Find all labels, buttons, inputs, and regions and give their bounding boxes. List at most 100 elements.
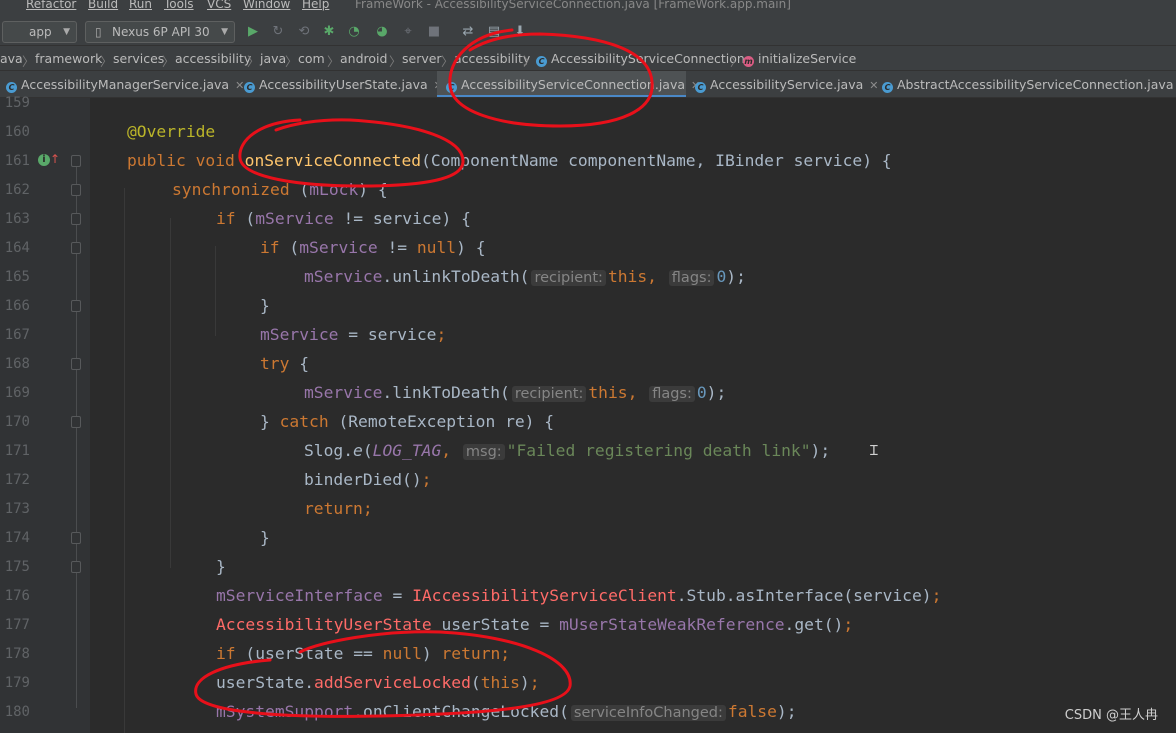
text-cursor-icon: Ɪ	[870, 443, 878, 459]
sdk-manager-icon[interactable]: ⬇	[512, 24, 528, 40]
parameter-hint: recipient:	[511, 386, 587, 402]
line-number: 171	[4, 443, 30, 459]
code-line-160: @Override	[127, 122, 216, 141]
profile-icon[interactable]: ◕	[374, 24, 390, 40]
code-line-174: }	[260, 528, 270, 547]
code-line-165: mService.unlinkToDeath(recipient: this, f…	[304, 267, 746, 286]
menu-window[interactable]: Window	[243, 0, 290, 11]
breadcrumb-item[interactable]: ava	[0, 51, 23, 66]
line-number: 163	[4, 211, 30, 227]
tab-accessibility-service[interactable]: C AccessibilityService.java ✕	[689, 71, 879, 97]
menu-run[interactable]: Run	[129, 0, 152, 11]
window-title: FrameWork - AccessibilityServiceConnecti…	[355, 0, 791, 11]
breadcrumb-item[interactable]: com	[298, 51, 325, 66]
fold-toggle[interactable]	[71, 184, 81, 196]
parameter-hint: flags:	[668, 270, 715, 286]
code-line-171: Slog.e(LOG_TAG, msg: "Failed registering …	[304, 441, 831, 460]
fold-toggle[interactable]	[71, 155, 81, 167]
tab-accessibility-user-state[interactable]: CAccessibilityUserState.java✕	[238, 71, 443, 97]
code-line-178: if (userState == null) return;	[216, 644, 511, 663]
line-number: 164	[4, 240, 30, 256]
tab-accessibility-service-connection[interactable]: CAccessibilityServiceConnection.java✕	[437, 71, 700, 97]
code-line-179: userState.addServiceLocked(this);	[216, 673, 540, 692]
breadcrumb-item[interactable]: android	[340, 51, 387, 66]
fold-toggle[interactable]	[71, 213, 81, 225]
fold-toggle[interactable]	[71, 300, 81, 312]
code-line-176: mServiceInterface = IAccessibilityServic…	[216, 586, 942, 605]
method-icon: m	[743, 56, 754, 67]
chevron-right-icon: 〉	[22, 54, 35, 69]
line-number: 159	[4, 95, 30, 111]
code-line-169: mService.linkToDeath(recipient: this, fla…	[304, 383, 727, 402]
breadcrumb-class[interactable]: C AccessibilityServiceConnection	[536, 51, 745, 67]
class-icon: C	[695, 82, 706, 93]
menu-tools[interactable]: Tools	[164, 0, 194, 11]
line-number: 166	[4, 298, 30, 314]
sync-gradle-icon[interactable]: ⇄	[460, 24, 476, 40]
line-number: 173	[4, 501, 30, 517]
code-line-173: return;	[304, 499, 373, 518]
chevron-down-icon: ▼	[63, 27, 70, 37]
avd-manager-icon[interactable]: ▤	[486, 24, 502, 40]
apply-changes-icon[interactable]: ⟲	[296, 24, 312, 40]
breadcrumb-item[interactable]: framework	[35, 51, 102, 66]
fold-toggle[interactable]	[71, 561, 81, 573]
line-number: 176	[4, 588, 30, 604]
override-marker-icon[interactable]: i	[38, 154, 50, 166]
line-number: 174	[4, 530, 30, 546]
run-icon[interactable]: ▶	[245, 24, 261, 40]
arrow-up-icon[interactable]: ↑	[50, 152, 60, 166]
line-number: 160	[4, 124, 30, 140]
rerun-icon[interactable]: ↻	[270, 24, 286, 40]
breadcrumb-item[interactable]: services	[113, 51, 164, 66]
stop-icon[interactable]: ■	[426, 24, 442, 40]
tab-abstract-accessibility-service-connection[interactable]: C AbstractAccessibilityServiceConnection.…	[876, 71, 1176, 97]
editor-tabs: C AccessibilityManagerService.java ✕ C Acce…	[0, 71, 1176, 98]
fold-toggle[interactable]	[71, 242, 81, 254]
line-number: 167	[4, 327, 30, 343]
fold-toggle[interactable]	[71, 358, 81, 370]
chevron-right-icon: 〉	[730, 54, 743, 69]
menu-build[interactable]: Build	[88, 0, 118, 11]
code-line-167: mService = service;	[260, 325, 447, 344]
class-icon: C	[6, 82, 17, 93]
class-icon: C	[446, 82, 457, 93]
chevron-right-icon: 〉	[523, 54, 536, 69]
breadcrumb-item[interactable]: accessibility	[175, 51, 251, 66]
module-selector[interactable]: app ▼	[2, 21, 77, 43]
chevron-right-icon: 〉	[327, 54, 340, 69]
breadcrumb-method[interactable]: m initializeService	[743, 51, 856, 67]
code-line-161: public void onServiceConnected(Component…	[127, 151, 892, 170]
attach-debugger-icon[interactable]: ⌖	[400, 24, 416, 40]
breadcrumb-item[interactable]: accessibility	[454, 51, 530, 66]
code-line-175: }	[216, 557, 226, 576]
coverage-icon[interactable]: ◔	[346, 24, 362, 40]
code-line-170: } catch (RemoteException re) {	[260, 412, 555, 431]
breadcrumb-item[interactable]: server	[402, 51, 442, 66]
tab-accessibility-manager-service[interactable]: C AccessibilityManagerService.java ✕	[0, 71, 244, 97]
fold-toggle[interactable]	[71, 532, 81, 544]
menu-help[interactable]: Help	[302, 0, 329, 11]
parameter-hint: recipient:	[531, 270, 606, 286]
chevron-right-icon: 〉	[100, 54, 113, 69]
menu-vcs[interactable]: VCS	[207, 0, 231, 11]
toolbar: ▣ app ▼ ▯ Nexus 6P API 30 ▼ ▶ ↻ ⟲ ✱ ◔ ◕ …	[0, 14, 1176, 46]
abstract-class-icon: C	[882, 82, 893, 93]
device-selector[interactable]: ▯ Nexus 6P API 30 ▼	[85, 21, 235, 43]
code-editor[interactable]: @Override public void onServiceConnected…	[90, 98, 1176, 733]
class-icon: C	[536, 56, 547, 67]
module-label: app	[29, 25, 52, 39]
menu-refactor[interactable]: Refactor	[26, 0, 76, 11]
parameter-hint: serviceInfoChanged:	[570, 705, 726, 721]
code-line-168: try {	[260, 354, 310, 373]
indent-guide	[215, 246, 216, 336]
fold-toggle[interactable]	[71, 416, 81, 428]
line-number: 179	[4, 675, 30, 691]
line-number: 165	[4, 269, 30, 285]
breadcrumb-item[interactable]: java	[260, 51, 286, 66]
chevron-right-icon: 〉	[441, 54, 454, 69]
debug-icon[interactable]: ✱	[321, 24, 337, 40]
code-line-164: if (mService != null) {	[260, 238, 486, 257]
menu-bar: Refactor Build Run Tools VCS Window Help…	[0, 0, 1176, 14]
device-label: Nexus 6P API 30	[112, 25, 210, 39]
